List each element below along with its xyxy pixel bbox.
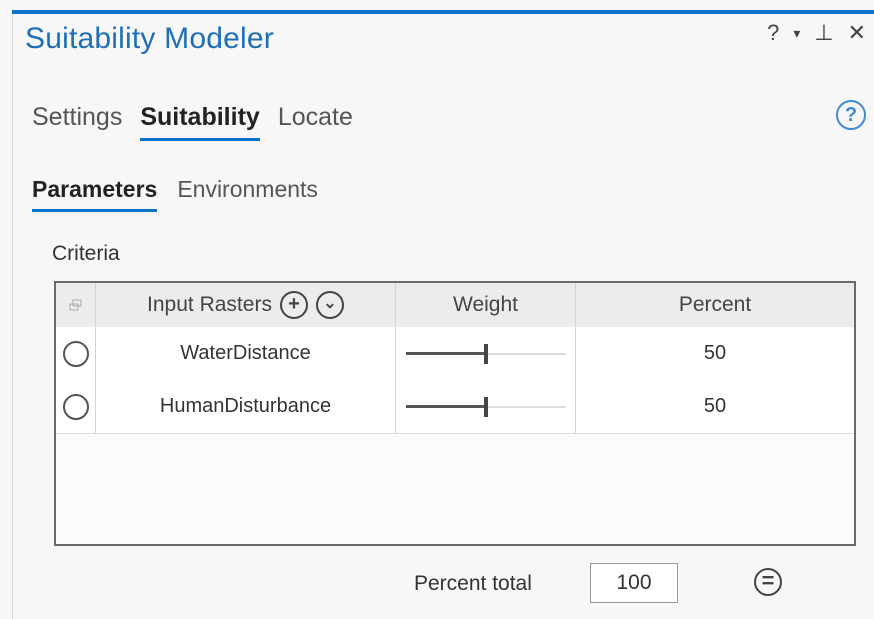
layers-icon xyxy=(69,299,81,311)
pane-title: Suitability Modeler xyxy=(25,22,274,55)
tab-locate[interactable]: Locate xyxy=(278,103,353,141)
percent-header: Percent xyxy=(678,293,752,316)
chevron-down-icon[interactable]: ⌄ xyxy=(315,291,344,319)
tab-settings[interactable]: Settings xyxy=(32,103,122,141)
table-header: Input Rasters + ⌄ Weight Percent xyxy=(56,283,854,328)
pin-icon[interactable]: ⊥ xyxy=(814,22,833,44)
main-tabs: Settings Suitability Locate xyxy=(32,103,353,141)
equal-icon[interactable]: = xyxy=(754,568,782,596)
radio-icon[interactable] xyxy=(62,393,89,420)
help-icon[interactable]: ? xyxy=(767,22,779,44)
radio-icon[interactable] xyxy=(62,340,89,367)
input-rasters-header: Input Rasters + ⌄ xyxy=(96,283,396,327)
criteria-label: Criteria xyxy=(52,242,120,265)
criteria-table: Input Rasters + ⌄ Weight Percent WaterDi… xyxy=(54,281,856,546)
pane-accent-bar xyxy=(12,10,874,14)
close-icon[interactable]: ✕ xyxy=(848,22,866,44)
window-controls: ? ▾ ⊥ ✕ xyxy=(767,22,866,44)
percent-value[interactable]: 50 xyxy=(576,327,854,380)
weight-cell xyxy=(396,327,576,380)
dropdown-icon[interactable]: ▾ xyxy=(793,22,800,44)
input-rasters-label: Input Rasters xyxy=(147,293,272,316)
row-select-cell xyxy=(56,380,96,433)
table-row[interactable]: WaterDistance 50 xyxy=(56,327,854,381)
percent-total-field[interactable]: 100 xyxy=(590,563,678,603)
weight-cell xyxy=(396,380,576,433)
slider-thumb[interactable] xyxy=(483,343,488,364)
weight-slider[interactable] xyxy=(405,396,566,417)
weight-header: Weight xyxy=(396,283,576,327)
pane-left-border xyxy=(12,14,13,619)
raster-name: HumanDisturbance xyxy=(96,380,396,433)
select-column-header xyxy=(56,283,96,327)
weight-slider[interactable] xyxy=(405,343,566,364)
percent-total-label: Percent total xyxy=(414,572,532,595)
percent-value[interactable]: 50 xyxy=(576,380,854,433)
raster-name: WaterDistance xyxy=(96,327,396,380)
sub-tabs: Parameters Environments xyxy=(32,176,318,212)
tab-environments[interactable]: Environments xyxy=(177,176,318,212)
slider-fill xyxy=(405,351,486,355)
slider-thumb[interactable] xyxy=(483,396,488,417)
row-select-cell xyxy=(56,327,96,380)
table-row[interactable]: HumanDisturbance 50 xyxy=(56,380,854,434)
tab-parameters[interactable]: Parameters xyxy=(32,176,158,212)
slider-fill xyxy=(405,404,486,408)
add-icon[interactable]: + xyxy=(279,291,308,319)
tab-suitability[interactable]: Suitability xyxy=(140,103,260,141)
help-button[interactable]: ? xyxy=(836,100,866,130)
